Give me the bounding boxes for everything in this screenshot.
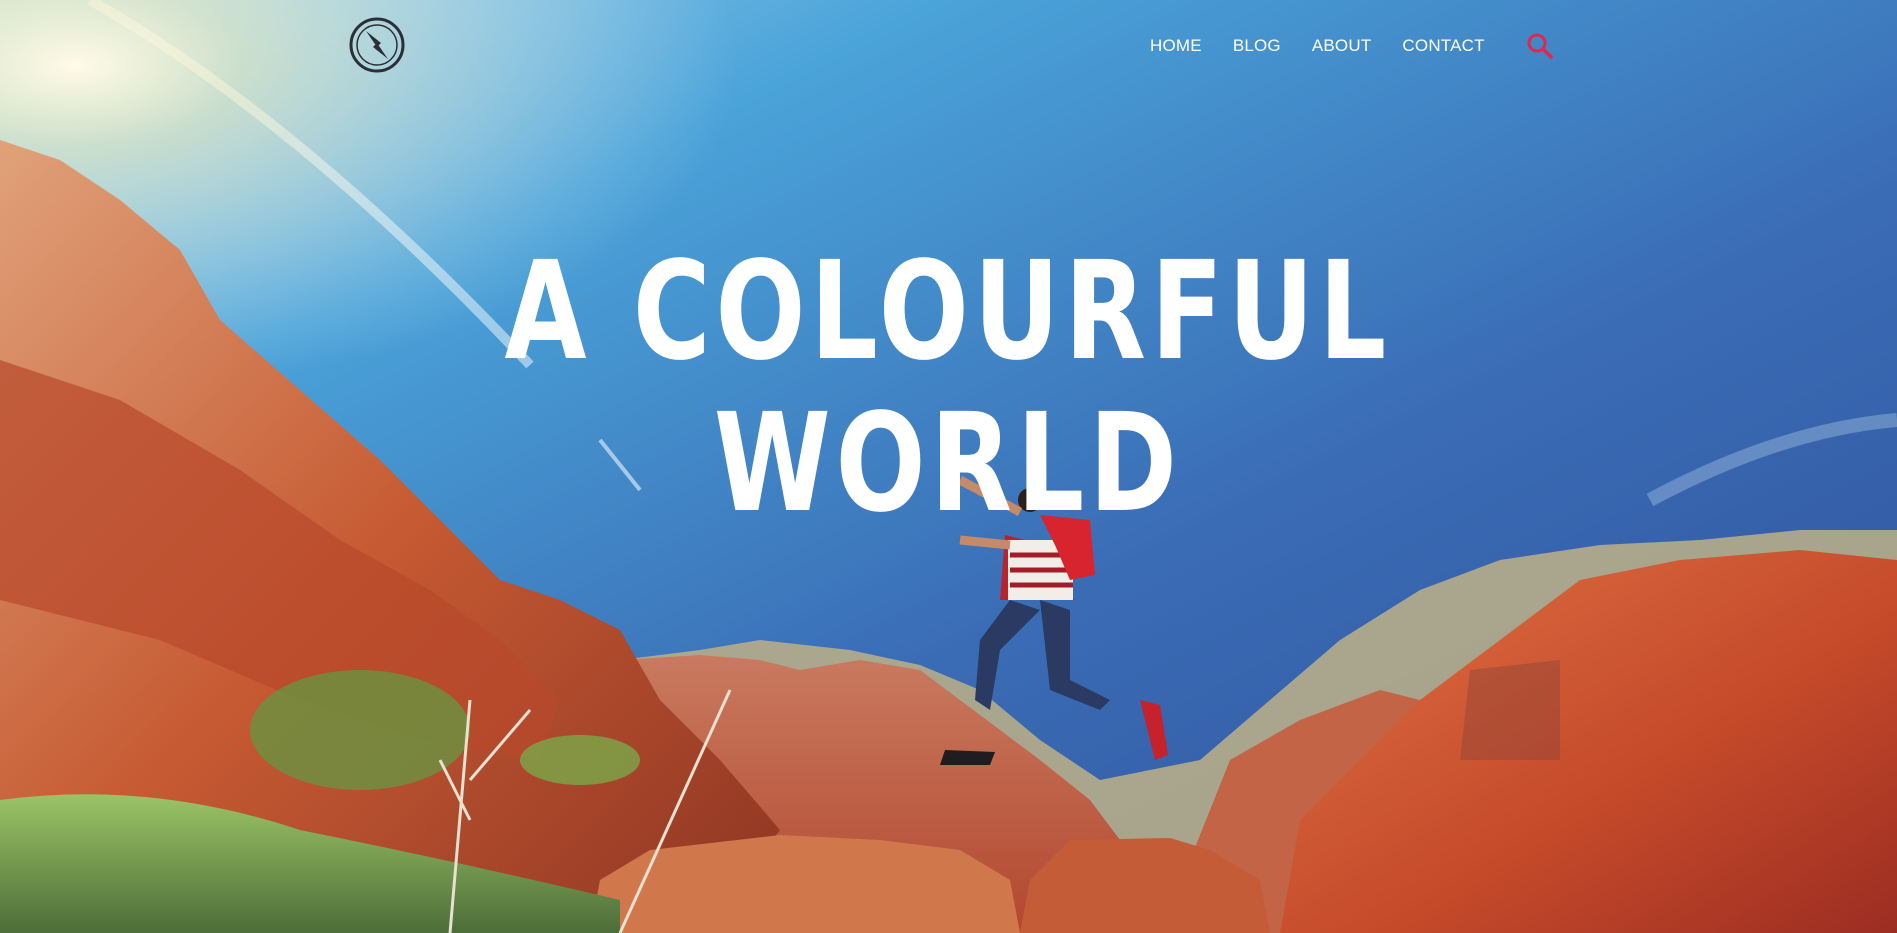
nav-item-about[interactable]: ABOUT (1312, 36, 1372, 56)
search-icon (1527, 33, 1553, 59)
nav-item-blog[interactable]: BLOG (1233, 36, 1281, 56)
hero-section: HOME BLOG ABOUT CONTACT A COLOURFUL WORL… (0, 0, 1897, 933)
search-button[interactable] (1526, 32, 1554, 60)
hero-headline: A COLOURFUL WORLD (208, 236, 1688, 540)
nav-item-home[interactable]: HOME (1150, 36, 1202, 56)
nav-item-contact[interactable]: CONTACT (1402, 36, 1484, 56)
headline-line-2: WORLD (713, 385, 1182, 543)
headline-line-1: A COLOURFUL (504, 233, 1392, 391)
main-nav: HOME BLOG ABOUT CONTACT (1150, 32, 1554, 60)
compass-logo-icon[interactable] (348, 16, 406, 74)
compass-icon (349, 17, 405, 73)
